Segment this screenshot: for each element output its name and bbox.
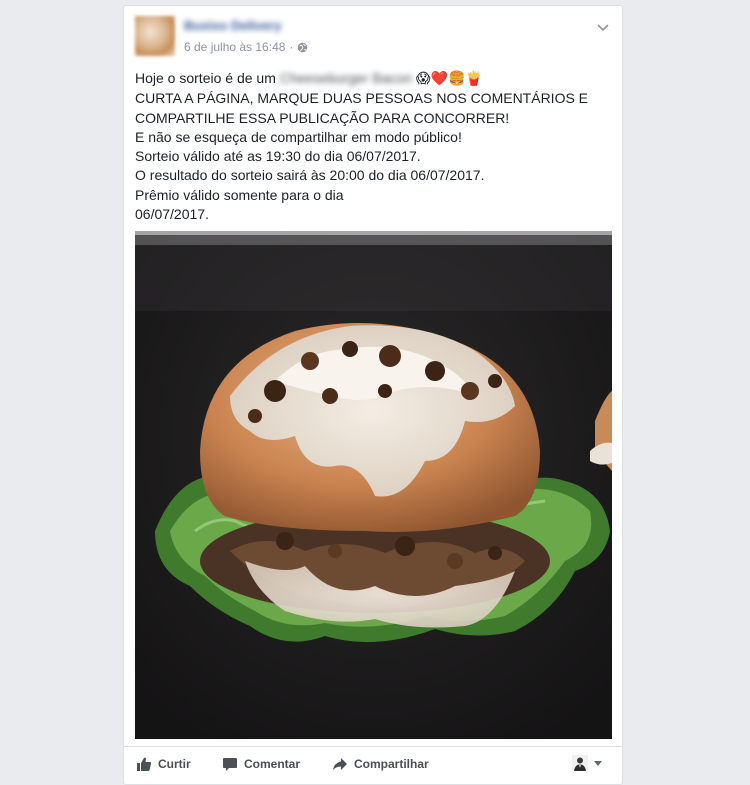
- share-icon: [333, 758, 347, 770]
- post-text-line: Sorteio válido até as 19:30 do dia 06/07…: [135, 148, 421, 165]
- post-text-line: Prêmio válido somente para o dia: [135, 186, 344, 203]
- post-text-line: COMPARTILHE ESSA PUBLICAÇÃO PARA CONCORR…: [135, 109, 510, 126]
- globe-icon[interactable]: [297, 42, 308, 53]
- emoji-group: 😱❤️🍔🍟: [415, 71, 483, 87]
- like-button[interactable]: Curtir: [136, 756, 191, 772]
- post-text-line: 06/07/2017.: [135, 206, 209, 223]
- blurred-prize-text: Cheeseburger Bacon: [279, 70, 413, 86]
- chevron-down-icon[interactable]: [596, 20, 610, 34]
- burger-illustration: [135, 231, 612, 739]
- post-card: Buxixo Delivery 6 de julho às 16:48 · Ho…: [123, 5, 623, 785]
- post-text-line: Hoje o sorteio é de um Cheeseburger Baco…: [135, 69, 605, 89]
- share-button[interactable]: Compartilhar: [332, 756, 429, 772]
- share-label: Compartilhar: [354, 757, 429, 771]
- post-text-line: CURTA A PÁGINA, MARQUE DUAS PESSOAS NOS …: [135, 90, 589, 107]
- comment-icon: [223, 758, 237, 771]
- meta-separator: ·: [289, 40, 294, 54]
- author-name[interactable]: Buxixo Delivery: [184, 18, 282, 33]
- comment-button[interactable]: Comentar: [222, 756, 300, 772]
- post-text-line: E não se esqueça de compartilhar em modo…: [135, 128, 462, 145]
- post-text-prefix: Hoje o sorteio é de um: [135, 70, 276, 86]
- user-avatar[interactable]: [572, 755, 588, 771]
- post-meta: 6 de julho às 16:48 ·: [184, 40, 308, 54]
- post-text: Hoje o sorteio é de um Cheeseburger Baco…: [135, 69, 605, 224]
- post-text-line: O resultado do sorteio sairá às 20:00 do…: [135, 167, 485, 184]
- caret-down-icon[interactable]: [594, 761, 602, 766]
- thumbs-up-icon: [137, 757, 152, 771]
- burger-photo[interactable]: [135, 231, 612, 739]
- post-actions: Curtir Comentar Compartilhar: [124, 746, 622, 782]
- comment-label: Comentar: [244, 757, 301, 771]
- page-avatar[interactable]: [135, 16, 175, 56]
- like-label: Curtir: [158, 757, 191, 771]
- post-timestamp[interactable]: 6 de julho às 16:48: [184, 40, 285, 54]
